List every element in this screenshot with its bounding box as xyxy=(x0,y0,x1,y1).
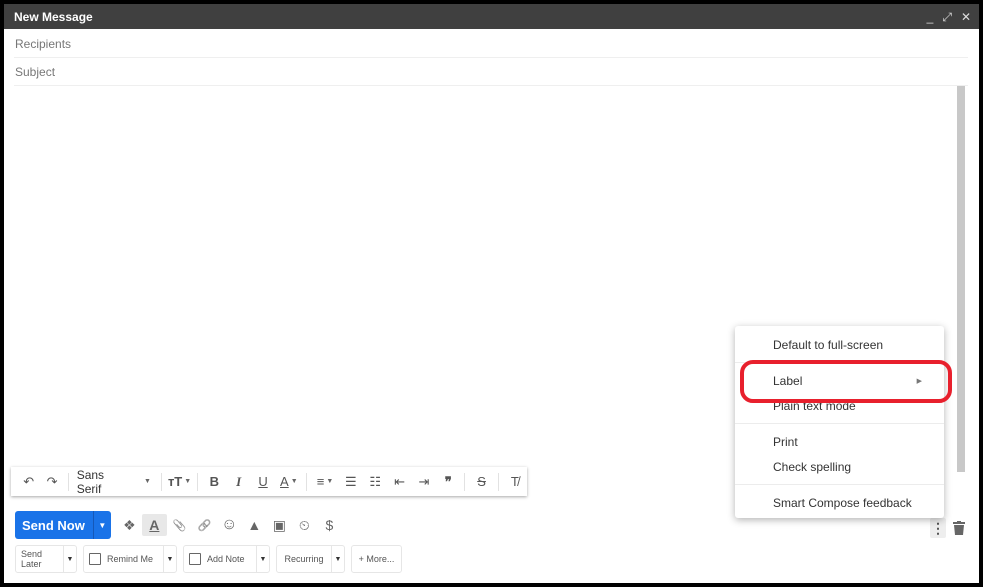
more-extensions-button[interactable]: + More... xyxy=(351,545,402,573)
text-color-icon: A xyxy=(280,474,289,489)
send-options-caret[interactable]: ▼ xyxy=(94,521,111,530)
text-size-icon: тT xyxy=(167,474,183,489)
menu-item-smart-compose-feedback[interactable]: Smart Compose feedback xyxy=(735,490,944,515)
recipients-field[interactable] xyxy=(14,30,968,58)
recurring-label: Recurring xyxy=(284,554,324,564)
chevron-right-icon: ▶ xyxy=(916,377,922,385)
toolbar-divider xyxy=(67,472,69,491)
add-note-button[interactable]: Add Note ▼ xyxy=(183,545,270,573)
redo-icon[interactable]: ↷ xyxy=(40,471,63,493)
window-controls: _ ⤢ ✕ xyxy=(927,11,979,23)
menu-item-label: Default to full-screen xyxy=(773,337,884,352)
chevron-down-icon: ▼ xyxy=(290,478,298,485)
compose-title: New Message xyxy=(14,9,93,24)
text-color-button[interactable]: A ▼ xyxy=(275,471,302,493)
menu-item-print[interactable]: Print xyxy=(735,429,944,454)
confidential-icon[interactable]: ⏲ xyxy=(292,514,317,536)
font-family-value: Sans Serif xyxy=(76,467,105,496)
emoji-icon[interactable]: ☺ xyxy=(217,514,242,536)
send-now-label[interactable]: Send Now xyxy=(15,511,94,539)
menu-item-label: Label xyxy=(773,373,803,388)
add-note-caret[interactable]: ▼ xyxy=(256,546,269,572)
chevron-down-icon: ▼ xyxy=(144,478,151,485)
send-later-button[interactable]: Send Later ▼ xyxy=(15,545,77,573)
quote-icon[interactable]: ❞ xyxy=(436,471,460,493)
bold-icon[interactable]: B xyxy=(202,471,226,493)
trash-icon xyxy=(953,521,965,535)
remove-formatting-icon[interactable]: T̸ xyxy=(503,471,527,493)
menu-divider xyxy=(735,362,944,363)
menu-item-default-full-screen[interactable]: Default to full-screen xyxy=(735,332,944,357)
minimize-icon[interactable]: _ xyxy=(927,11,934,23)
remind-me-checkbox[interactable] xyxy=(89,553,101,565)
expand-icon[interactable]: ⤢ xyxy=(942,11,952,23)
add-note-checkbox[interactable] xyxy=(189,553,201,565)
compose-window: New Message _ ⤢ ✕ ↶ ↷ Sans Serif ▼ тT ▼ … xyxy=(4,4,979,583)
italic-icon[interactable]: I xyxy=(227,471,251,493)
more-extensions-label: + More... xyxy=(358,554,395,564)
more-options-menu: Default to full-screen Label ▶ Plain tex… xyxy=(735,326,944,518)
align-icon: ≡ xyxy=(316,474,325,489)
chevron-down-icon: ▼ xyxy=(184,478,192,485)
menu-item-label: Print xyxy=(773,434,798,449)
dropbox-icon[interactable]: ❖ xyxy=(117,514,142,536)
underline-icon[interactable]: U xyxy=(251,471,275,493)
indent-more-icon[interactable]: ⇥ xyxy=(412,471,436,493)
remind-me-label: Remind Me xyxy=(107,554,154,564)
font-size-button[interactable]: тT ▼ xyxy=(166,471,193,493)
link-icon[interactable]: 🔗 xyxy=(192,514,217,536)
menu-item-label-submenu[interactable]: Label ▶ xyxy=(735,368,944,393)
menu-divider xyxy=(735,484,944,485)
bulleted-list-icon[interactable]: ☷ xyxy=(363,471,387,493)
numbered-list-icon[interactable]: ☰ xyxy=(339,471,363,493)
send-later-label: Send Later xyxy=(21,549,43,569)
menu-item-plain-text-mode[interactable]: Plain text mode xyxy=(735,393,944,418)
align-button[interactable]: ≡ ▼ xyxy=(311,471,338,493)
compose-titlebar[interactable]: New Message _ ⤢ ✕ xyxy=(4,4,979,29)
add-note-toggle[interactable]: Add Note xyxy=(184,546,256,572)
menu-divider xyxy=(735,423,944,424)
discard-draft-button[interactable] xyxy=(951,518,967,538)
subject-input[interactable] xyxy=(15,64,968,79)
send-later-caret[interactable]: ▼ xyxy=(63,546,76,572)
menu-item-label: Smart Compose feedback xyxy=(773,495,912,510)
attach-icon[interactable]: 📎 xyxy=(167,514,192,536)
subject-field[interactable] xyxy=(14,58,968,86)
send-row: Send Now ▼ ❖ A 📎 🔗 ☺ ▲ ▣ ⏲ $ xyxy=(15,510,342,540)
drive-icon[interactable]: ▲ xyxy=(242,514,267,536)
extension-row: Send Later ▼ Remind Me ▼ Add Note ▼ Recu… xyxy=(15,545,402,573)
undo-icon[interactable]: ↶ xyxy=(17,471,40,493)
toolbar-divider xyxy=(497,472,499,491)
recipients-input[interactable] xyxy=(15,36,968,51)
remind-me-button[interactable]: Remind Me ▼ xyxy=(83,545,177,573)
chevron-down-icon: ▼ xyxy=(326,478,334,485)
more-options-button[interactable]: ⋮ xyxy=(930,518,946,538)
photo-icon[interactable]: ▣ xyxy=(267,514,292,536)
formatting-toolbar: ↶ ↷ Sans Serif ▼ тT ▼ B I U A ▼ ≡ ▼ ☰ ☷ … xyxy=(11,467,527,496)
menu-item-check-spelling[interactable]: Check spelling xyxy=(735,454,944,479)
font-family-select[interactable]: Sans Serif ▼ xyxy=(73,467,157,496)
formatting-toggle-icon[interactable]: A xyxy=(141,514,167,536)
toolbar-divider xyxy=(306,472,308,491)
payment-icon[interactable]: $ xyxy=(317,514,342,536)
remind-me-toggle[interactable]: Remind Me xyxy=(84,546,163,572)
toolbar-divider xyxy=(160,472,162,491)
body-scrollbar[interactable] xyxy=(957,86,965,472)
strikethrough-icon[interactable]: S xyxy=(469,471,493,493)
recurring-button[interactable]: Recurring ▼ xyxy=(276,545,345,573)
indent-less-icon[interactable]: ⇤ xyxy=(387,471,411,493)
send-now-button[interactable]: Send Now ▼ xyxy=(15,511,111,539)
toolbar-divider xyxy=(197,472,199,491)
remind-me-caret[interactable]: ▼ xyxy=(163,546,176,572)
toolbar-divider xyxy=(464,472,466,491)
menu-item-label: Check spelling xyxy=(773,459,852,474)
right-actions: ⋮ xyxy=(930,518,967,538)
add-note-label: Add Note xyxy=(207,554,245,564)
recurring-caret[interactable]: ▼ xyxy=(331,546,344,572)
menu-item-label: Plain text mode xyxy=(773,398,856,413)
close-icon[interactable]: ✕ xyxy=(961,11,971,23)
